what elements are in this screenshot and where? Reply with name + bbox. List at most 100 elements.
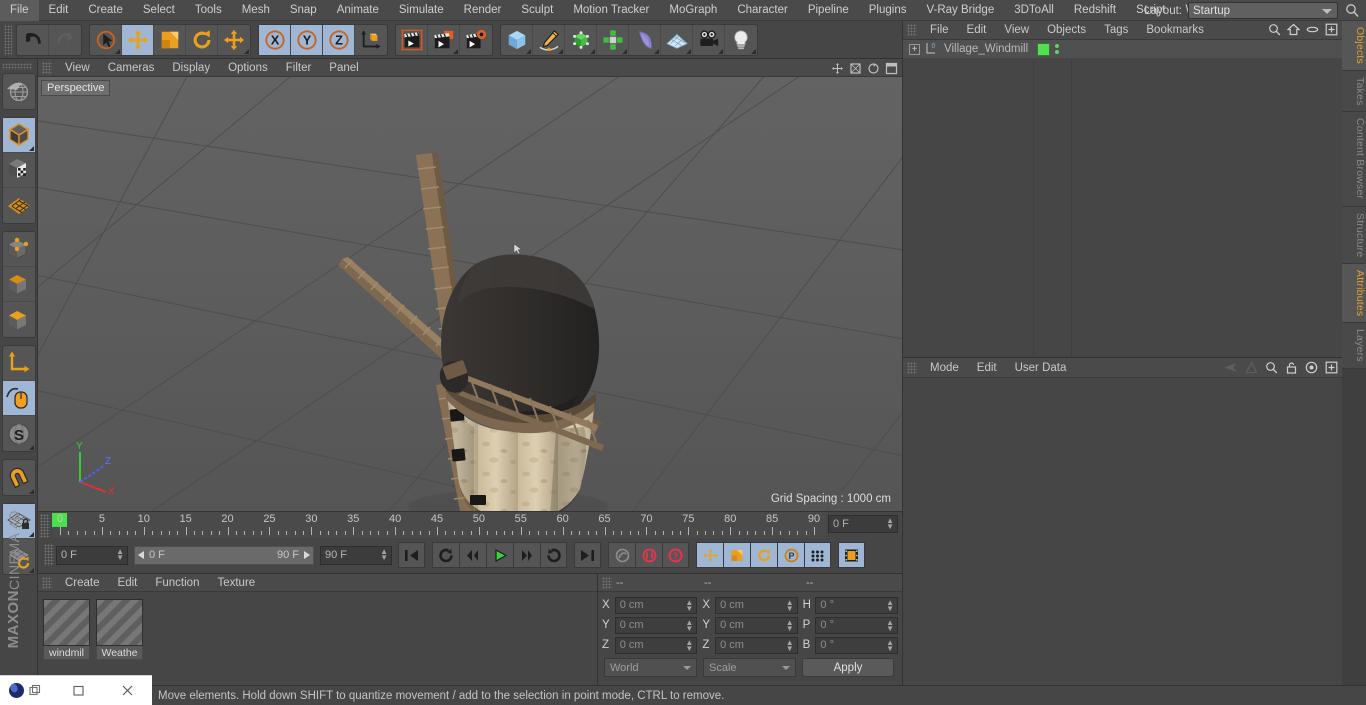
menu-item-snap[interactable]: Snap bbox=[280, 0, 327, 21]
viewport-menu-cameras[interactable]: Cameras bbox=[99, 59, 164, 77]
coord-system-select[interactable]: World bbox=[604, 658, 697, 677]
expand-icon[interactable] bbox=[1325, 361, 1338, 374]
points-mode-button[interactable] bbox=[2, 232, 35, 267]
keyframe-selection-button[interactable]: ? bbox=[662, 542, 689, 568]
submenu-corner-icon[interactable] bbox=[28, 532, 34, 537]
objects-menu-edit[interactable]: Edit bbox=[958, 21, 996, 40]
spinner-icon[interactable]: ▲ ▼ bbox=[786, 638, 794, 652]
viewport-menu-view[interactable]: View bbox=[56, 59, 99, 77]
autokey-button[interactable] bbox=[608, 542, 635, 568]
zoom-icon[interactable] bbox=[849, 62, 862, 75]
lock-icon[interactable] bbox=[1285, 361, 1298, 374]
objects-drag-handle[interactable] bbox=[907, 24, 917, 36]
timeline-ruler[interactable]: 0 5 10 15 20 25 30 35 40 45 50 55 60 65 70 75 80 85 90 bbox=[52, 512, 826, 538]
add-spline-button[interactable] bbox=[533, 24, 565, 55]
objects-menu-file[interactable]: File bbox=[921, 21, 958, 40]
viewport-menu-panel[interactable]: Panel bbox=[320, 59, 367, 77]
record-active-objects-button[interactable] bbox=[635, 542, 662, 568]
objects-menu-bookmarks[interactable]: Bookmarks bbox=[1137, 21, 1213, 40]
layout-select[interactable]: Startup bbox=[1188, 2, 1338, 19]
spinner-icon[interactable]: ▲ ▼ bbox=[886, 618, 894, 632]
menu-item-pipeline[interactable]: Pipeline bbox=[798, 0, 859, 21]
material-menu-edit[interactable]: Edit bbox=[109, 574, 147, 592]
soft-selection-button[interactable]: S bbox=[3, 416, 35, 451]
spinner-icon[interactable]: ▲ ▼ bbox=[685, 618, 693, 632]
target-icon[interactable] bbox=[1305, 361, 1318, 374]
add-subdivision-surface-button[interactable] bbox=[565, 24, 597, 55]
menu-item-v-ray-bridge[interactable]: V-Ray Bridge bbox=[916, 0, 1004, 21]
polygons-mode-button[interactable] bbox=[3, 302, 35, 337]
menu-item-create[interactable]: Create bbox=[78, 0, 133, 21]
close-icon[interactable] bbox=[103, 676, 152, 705]
objects-menu-objects[interactable]: Objects bbox=[1038, 21, 1095, 40]
submenu-corner-icon[interactable] bbox=[751, 48, 756, 54]
submenu-corner-icon[interactable] bbox=[28, 445, 34, 450]
add-floor-button[interactable] bbox=[661, 24, 693, 55]
right-tab-layers[interactable]: Layers bbox=[1342, 323, 1366, 370]
max-frame-input[interactable]: 90 F ▲ ▼ bbox=[320, 545, 392, 565]
submenu-corner-icon[interactable] bbox=[590, 48, 595, 54]
viewport-drag-handle[interactable] bbox=[42, 61, 52, 74]
position-key-button[interactable] bbox=[696, 542, 723, 568]
menu-item-sculpt[interactable]: Sculpt bbox=[511, 0, 563, 21]
go-to-end-button[interactable] bbox=[574, 542, 601, 568]
viewport-menu-filter[interactable]: Filter bbox=[277, 59, 321, 77]
go-to-start-button[interactable] bbox=[398, 542, 425, 568]
current-frame-input[interactable]: 0 F ▲ ▼ bbox=[56, 545, 128, 565]
menu-item-3dtoall[interactable]: 3DToAll bbox=[1004, 0, 1064, 21]
menu-item-motion-tracker[interactable]: Motion Tracker bbox=[563, 0, 659, 21]
minimize-icon[interactable] bbox=[54, 676, 103, 705]
free-move-tool[interactable] bbox=[218, 25, 250, 55]
parameter-key-button[interactable]: P bbox=[777, 542, 804, 568]
spinner-icon[interactable]: ▲ ▼ bbox=[116, 547, 124, 561]
play-loop-button[interactable] bbox=[540, 542, 567, 568]
rotation-key-button[interactable] bbox=[750, 542, 777, 568]
enable-axis-button[interactable] bbox=[2, 346, 35, 381]
viewport-menu-options[interactable]: Options bbox=[219, 59, 277, 77]
maximize-icon[interactable] bbox=[885, 62, 898, 75]
expand-toggle-icon[interactable]: + bbox=[909, 43, 920, 55]
rotation-input[interactable]: 0 ° ▲ ▼ bbox=[815, 596, 898, 614]
menu-item-tools[interactable]: Tools bbox=[185, 0, 232, 21]
objects-menu-view[interactable]: View bbox=[995, 21, 1038, 40]
play-button[interactable] bbox=[486, 542, 513, 568]
render-view-button[interactable] bbox=[396, 24, 428, 55]
preview-range-bar[interactable]: 0 F 90 F bbox=[134, 545, 314, 565]
render-settings-button[interactable] bbox=[460, 25, 492, 55]
apply-button[interactable]: Apply bbox=[802, 658, 894, 677]
pla-key-button[interactable] bbox=[804, 542, 831, 568]
material-menu-create[interactable]: Create bbox=[56, 574, 109, 592]
menu-item-redshift[interactable]: Redshift bbox=[1064, 0, 1126, 21]
make-editable-button[interactable] bbox=[3, 74, 35, 109]
attributes-menu-user-data[interactable]: User Data bbox=[1006, 358, 1076, 378]
magnet-tool-button[interactable] bbox=[3, 460, 35, 495]
left-toolbar-drag-handle[interactable] bbox=[2, 63, 32, 70]
ellipse-icon[interactable] bbox=[1306, 23, 1319, 36]
right-tab-attributes[interactable]: Attributes bbox=[1342, 264, 1366, 324]
spinner-icon[interactable]: ▲ ▼ bbox=[685, 638, 693, 652]
material-preview[interactable] bbox=[43, 599, 90, 646]
attributes-menu-edit[interactable]: Edit bbox=[968, 358, 1006, 378]
spinner-icon[interactable]: ▲ ▼ bbox=[786, 598, 794, 612]
spinner-icon[interactable]: ▲ ▼ bbox=[685, 598, 693, 612]
expand-icon[interactable] bbox=[1325, 23, 1338, 36]
spinner-icon[interactable]: ▲ ▼ bbox=[380, 547, 388, 561]
add-cube-button[interactable] bbox=[501, 24, 533, 55]
viewport-menu-display[interactable]: Display bbox=[163, 59, 219, 77]
scale-tool[interactable] bbox=[154, 24, 186, 55]
right-tab-objects[interactable]: Objects bbox=[1342, 21, 1366, 71]
submenu-corner-icon[interactable] bbox=[28, 489, 34, 494]
spinner-icon[interactable]: ▲ ▼ bbox=[886, 598, 894, 612]
pan-move-icon[interactable] bbox=[831, 62, 844, 75]
spinner-icon[interactable]: ▲ ▼ bbox=[886, 517, 894, 531]
menu-item-plugins[interactable]: Plugins bbox=[859, 0, 917, 21]
film-strip-button[interactable] bbox=[838, 542, 865, 568]
forward-arrow-icon[interactable] bbox=[1245, 361, 1258, 374]
transform-mode-select[interactable]: Scale bbox=[703, 658, 796, 677]
objects-menu-tags[interactable]: Tags bbox=[1095, 21, 1137, 40]
rotation-input[interactable]: 0 ° ▲ ▼ bbox=[815, 616, 898, 634]
timeline-controls-drag-handle[interactable] bbox=[44, 544, 54, 566]
search-icon[interactable] bbox=[1268, 23, 1281, 36]
menu-item-animate[interactable]: Animate bbox=[327, 0, 389, 21]
attributes-drag-handle[interactable] bbox=[907, 361, 917, 374]
